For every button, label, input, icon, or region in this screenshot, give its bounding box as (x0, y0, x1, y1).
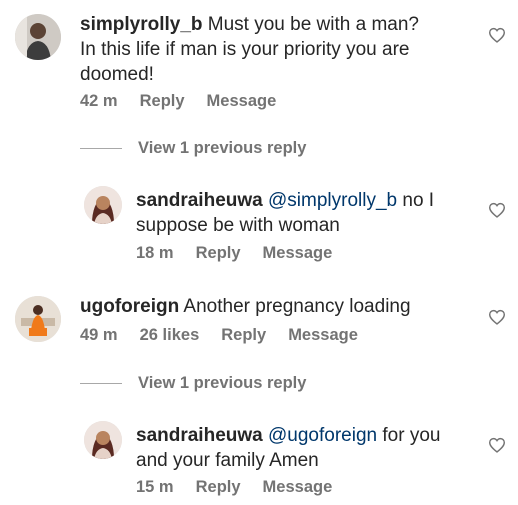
divider-line (80, 148, 122, 149)
comment-username[interactable]: sandraiheuwa (136, 190, 263, 211)
reply-button[interactable]: Reply (221, 326, 266, 345)
comment-text: simplyrolly_b Must you be with a man? In… (80, 12, 480, 87)
avatar-image (84, 186, 122, 224)
message-button[interactable]: Message (207, 92, 277, 111)
comment-body-line-3: doomed! (80, 64, 154, 85)
avatar[interactable] (84, 186, 122, 224)
comment-body-line-2: suppose be with woman (136, 215, 340, 236)
view-previous-replies-button[interactable]: View 1 previous reply (80, 139, 306, 158)
comment-body: for you (377, 425, 441, 446)
comment-time: 42 m (80, 92, 118, 110)
avatar[interactable] (84, 421, 122, 459)
reply-sandraiheuwa-1: sandraiheuwa @simplyrolly_b no I suppose… (0, 180, 518, 280)
avatar[interactable] (15, 296, 61, 342)
comment-meta: 18 m Reply Message (136, 244, 332, 263)
reply-sandraiheuwa-2: sandraiheuwa @ugoforeign for you and you… (0, 415, 518, 505)
comment-body-line-2: In this life if man is your priority you… (80, 39, 410, 60)
heart-icon[interactable] (488, 437, 506, 453)
comment-username[interactable]: sandraiheuwa (136, 425, 263, 446)
mention-link[interactable]: @simplyrolly_b (268, 190, 397, 211)
avatar-image (84, 421, 122, 459)
heart-icon[interactable] (488, 309, 506, 325)
reply-button[interactable]: Reply (196, 478, 241, 497)
message-button[interactable]: Message (288, 326, 358, 345)
message-button[interactable]: Message (263, 244, 333, 263)
comment-username[interactable]: ugoforeign (80, 296, 179, 317)
comment-time: 49 m (80, 326, 118, 344)
comment-text: ugoforeign Another pregnancy loading (80, 294, 480, 319)
mention-link[interactable]: @ugoforeign (268, 425, 377, 446)
heart-icon[interactable] (488, 27, 506, 43)
view-previous-label: View 1 previous reply (138, 139, 307, 157)
reply-button[interactable]: Reply (140, 92, 185, 111)
avatar-image (15, 296, 61, 342)
comment-meta: 42 m Reply Message (80, 92, 276, 111)
likes-count[interactable]: 26 likes (140, 326, 200, 345)
comment-time: 18 m (136, 244, 174, 262)
comment-meta: 49 m 26 likes Reply Message (80, 326, 358, 345)
comment-meta: 15 m Reply Message (136, 478, 332, 497)
comment-text: sandraiheuwa @simplyrolly_b no I suppose… (136, 188, 476, 238)
reply-button[interactable]: Reply (196, 244, 241, 263)
comment-username[interactable]: simplyrolly_b (80, 14, 203, 35)
message-button[interactable]: Message (263, 478, 333, 497)
view-previous-replies-button[interactable]: View 1 previous reply (80, 374, 306, 393)
comment-body: Must you be with a man? (202, 14, 419, 35)
comment-body-line-2: and your family Amen (136, 450, 319, 471)
comment-simplyrolly-b: simplyrolly_b Must you be with a man? In… (0, 0, 518, 125)
avatar-image (15, 14, 61, 60)
comment-text: sandraiheuwa @ugoforeign for you and you… (136, 423, 476, 473)
avatar[interactable] (15, 14, 61, 60)
heart-icon[interactable] (488, 202, 506, 218)
comment-body: no I (397, 190, 435, 211)
view-previous-label: View 1 previous reply (138, 374, 307, 392)
comment-time: 15 m (136, 478, 174, 496)
divider-line (80, 383, 122, 384)
comment-body: Another pregnancy loading (179, 296, 411, 317)
comment-ugoforeign: ugoforeign Another pregnancy loading 49 … (0, 285, 518, 355)
